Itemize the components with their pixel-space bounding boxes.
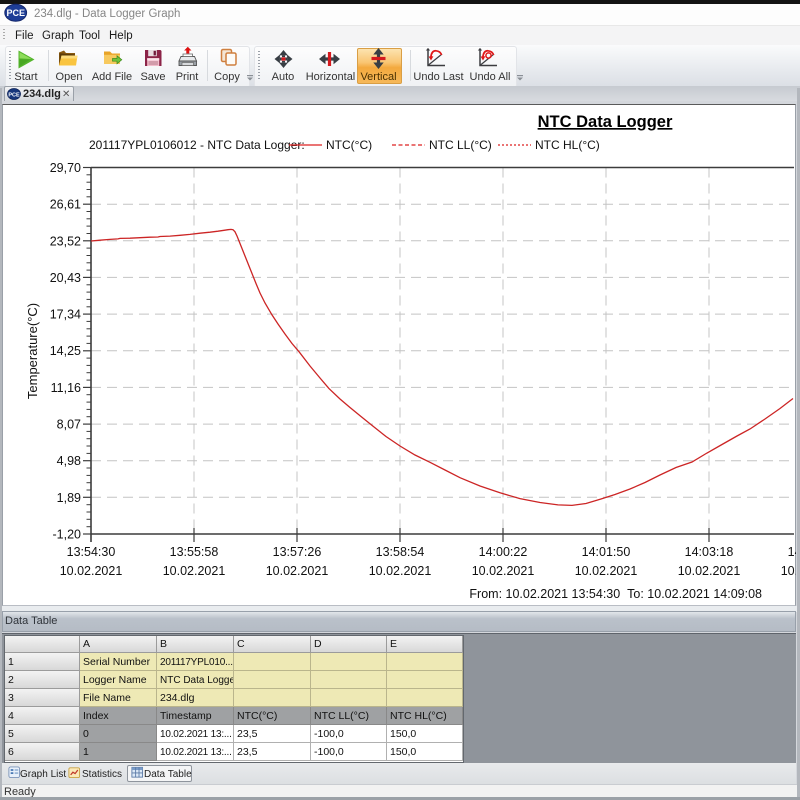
svg-text:13:57:26: 13:57:26	[273, 545, 322, 559]
svg-text:14:04:46: 14:04:46	[788, 545, 796, 559]
svg-text:14:01:50: 14:01:50	[582, 545, 631, 559]
svg-text:13:58:54: 13:58:54	[376, 545, 425, 559]
svg-text:10.02.2021: 10.02.2021	[472, 564, 535, 578]
svg-text:201117YPL0106012 - NTC Data Lo: 201117YPL0106012 - NTC Data Logger:	[89, 138, 305, 152]
svg-text:29,70: 29,70	[50, 161, 81, 175]
svg-text:14,25: 14,25	[50, 344, 81, 358]
svg-text:10.02.2021: 10.02.2021	[163, 564, 226, 578]
svg-text:10.02.2021: 10.02.2021	[369, 564, 432, 578]
svg-text:1,89: 1,89	[57, 491, 81, 505]
svg-text:4,98: 4,98	[57, 454, 81, 468]
svg-text:PCE: PCE	[8, 93, 20, 99]
svg-text:NTC HL(°C): NTC HL(°C)	[535, 138, 600, 152]
svg-text:20,43: 20,43	[50, 271, 81, 285]
svg-text:PCE: PCE	[6, 8, 25, 18]
svg-text:8,07: 8,07	[57, 418, 81, 432]
svg-text:14:03:18: 14:03:18	[685, 545, 734, 559]
svg-text:13:55:58: 13:55:58	[170, 545, 219, 559]
svg-text:13:54:30: 13:54:30	[67, 545, 116, 559]
svg-text:10.02.2021: 10.02.2021	[60, 564, 123, 578]
svg-text:NTC Data Logger: NTC Data Logger	[538, 113, 673, 131]
svg-text:Temperature(°C): Temperature(°C)	[25, 303, 40, 399]
svg-text:10.02.2021: 10.02.2021	[575, 564, 638, 578]
svg-text:23,52: 23,52	[50, 234, 81, 248]
svg-text:NTC LL(°C): NTC LL(°C)	[429, 138, 492, 152]
svg-text:10.02.2021: 10.02.2021	[678, 564, 741, 578]
svg-text:17,34: 17,34	[50, 308, 81, 322]
svg-text:14:00:22: 14:00:22	[479, 545, 528, 559]
svg-text:10.02.2021: 10.02.2021	[781, 564, 796, 578]
svg-text:26,61: 26,61	[50, 198, 81, 212]
svg-text:11,16: 11,16	[51, 381, 81, 395]
svg-text:-1,20: -1,20	[53, 528, 82, 542]
svg-text:NTC(°C): NTC(°C)	[326, 138, 372, 152]
svg-text:From: 10.02.2021 13:54:30 To:: From: 10.02.2021 13:54:30 To: 10.02.2021…	[469, 587, 762, 601]
svg-text:10.02.2021: 10.02.2021	[266, 564, 329, 578]
